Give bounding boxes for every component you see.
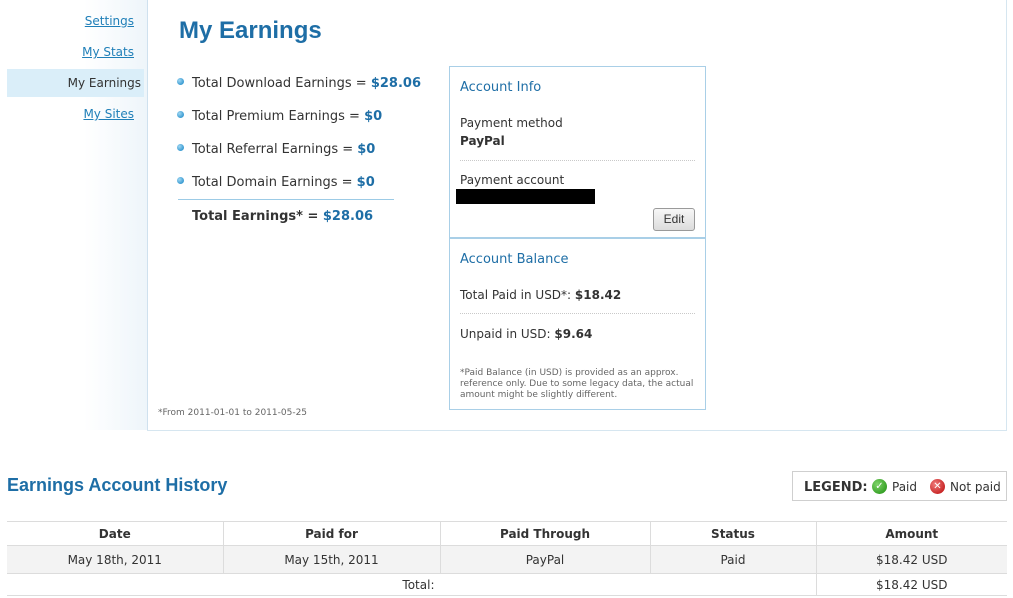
legend-not-paid-label: Not paid	[950, 480, 1001, 494]
table-row: May 18th, 2011 May 15th, 2011 PayPal Pai…	[7, 545, 1007, 574]
history-title: Earnings Account History	[7, 475, 228, 495]
payment-method-label: Payment method	[460, 116, 563, 130]
edit-button[interactable]: Edit	[653, 208, 695, 231]
redacted-payment-account	[456, 189, 595, 204]
legend: LEGEND: ✓ Paid ✕ Not paid	[792, 471, 1007, 501]
total-paid-label: Total Paid in USD*:	[460, 288, 572, 302]
column-header-date[interactable]: Date	[7, 521, 223, 546]
account-balance-title: Account Balance	[460, 252, 569, 267]
bullet-icon	[177, 144, 184, 151]
bullet-icon	[177, 78, 184, 85]
earnings-value: $28.06	[370, 76, 421, 91]
sidebar: Settings My Stats My Earnings My Sites	[7, 0, 148, 430]
earnings-divider	[178, 199, 394, 200]
earnings-label: Total Referral Earnings =	[192, 142, 354, 157]
legend-title: LEGEND:	[804, 480, 868, 495]
column-header-paid-through[interactable]: Paid Through	[439, 521, 650, 546]
bullet-icon	[177, 177, 184, 184]
date-range-note: *From 2011-01-01 to 2011-05-25	[158, 408, 308, 418]
account-balance-box: Account Balance Total Paid in USD*: $18.…	[449, 238, 706, 410]
earnings-label: Total Domain Earnings =	[192, 175, 353, 190]
cell-paid-through: PayPal	[439, 545, 650, 574]
legend-paid-label: Paid	[892, 480, 918, 494]
payment-method-value: PayPal	[460, 134, 505, 148]
sidebar-item-settings[interactable]: Settings	[85, 14, 134, 28]
total-earnings-label: Total Earnings* =	[192, 209, 319, 224]
sidebar-item-my-sites[interactable]: My Sites	[83, 107, 134, 121]
history-table: Date Paid for Paid Through Status Amount…	[7, 521, 1007, 596]
column-header-status[interactable]: Status	[649, 521, 816, 546]
sidebar-item-label: My Earnings	[67, 76, 141, 90]
unpaid-label: Unpaid in USD:	[460, 327, 551, 341]
earnings-label: Total Premium Earnings =	[192, 109, 360, 124]
total-paid-value: $18.42	[574, 288, 622, 302]
divider	[460, 160, 695, 161]
x-circle-icon: ✕	[930, 479, 945, 494]
column-header-amount[interactable]: Amount	[815, 521, 1007, 546]
sidebar-item-my-stats[interactable]: My Stats	[82, 45, 134, 59]
earnings-value: $0	[356, 175, 375, 190]
earnings-value: $0	[364, 109, 383, 124]
earnings-value: $0	[357, 142, 376, 157]
account-info-title: Account Info	[460, 80, 542, 95]
unpaid: Unpaid in USD: $9.64	[460, 327, 592, 341]
page-title: My Earnings	[179, 17, 322, 44]
balance-note: *Paid Balance (in USD) is provided as an…	[460, 368, 694, 400]
account-info-box: Account Info Payment method PayPal Payme…	[449, 66, 706, 238]
unpaid-value: $9.64	[554, 327, 593, 341]
total-label: Total:	[7, 573, 816, 596]
check-circle-icon: ✓	[872, 479, 887, 494]
total-paid: Total Paid in USD*: $18.42	[460, 288, 621, 302]
total-amount: $18.42 USD	[815, 573, 1007, 596]
column-header-paid-for[interactable]: Paid for	[222, 521, 440, 546]
total-earnings-value: $28.06	[322, 209, 374, 224]
table-total-row: Total: $18.42 USD	[7, 573, 1007, 596]
cell-date: May 18th, 2011	[7, 545, 223, 574]
cell-status: Paid	[649, 545, 816, 574]
total-earnings: Total Earnings* = $28.06	[192, 209, 373, 224]
payment-account-label: Payment account	[460, 173, 565, 187]
bullet-icon	[177, 111, 184, 118]
divider	[460, 313, 695, 314]
cell-amount: $18.42 USD	[815, 545, 1007, 574]
cell-paid-for: May 15th, 2011	[222, 545, 440, 574]
table-header-row: Date Paid for Paid Through Status Amount	[7, 521, 1007, 546]
earnings-label: Total Download Earnings =	[192, 76, 367, 91]
sidebar-item-my-earnings[interactable]: My Earnings	[7, 69, 144, 97]
